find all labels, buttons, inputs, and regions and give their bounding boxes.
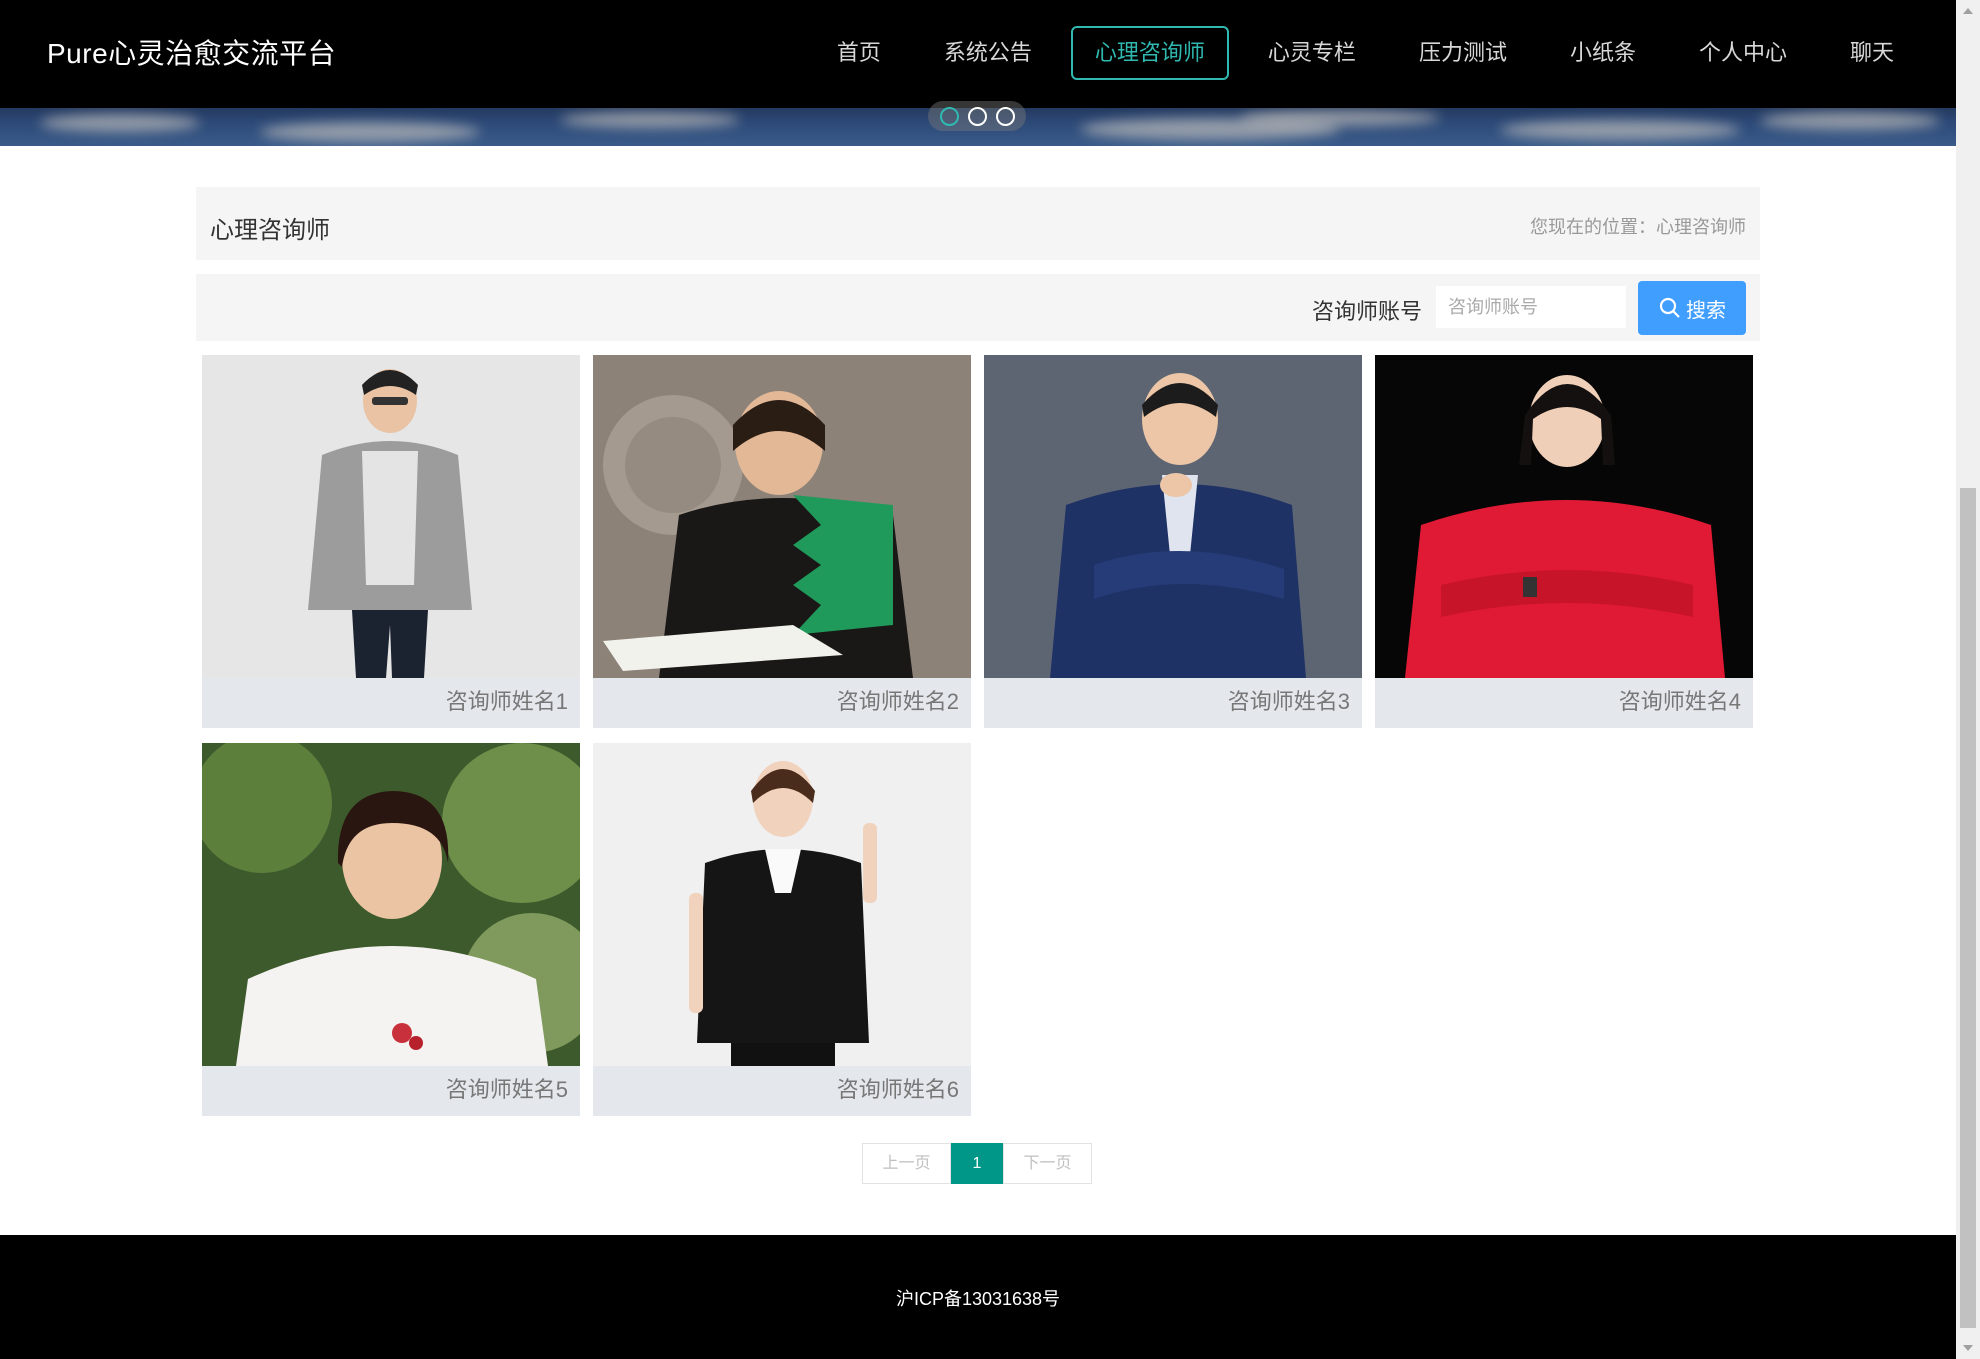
icp-record[interactable]: 沪ICP备13031638号 [0,1285,1956,1311]
counselor-card[interactable]: 咨询师姓名1 [202,355,580,728]
counselor-photo[interactable] [593,355,971,678]
counselor-name: 咨询师姓名5 [445,1077,568,1102]
counselor-photo[interactable] [593,743,971,1066]
carousel-indicators [928,101,1026,131]
main-nav: 首页 系统公告 心理咨询师 心灵专栏 压力测试 小纸条 个人中心 聊天 [798,26,1918,80]
counselor-name: 咨询师姓名2 [836,689,959,714]
pagination: 上一页 1 下一页 [862,1143,1092,1184]
page: Pure心灵治愈交流平台 首页 系统公告 心理咨询师 心灵专栏 压力测试 小纸条… [0,0,1956,1359]
counselor-card[interactable]: 咨询师姓名4 [1375,355,1753,728]
search-button[interactable]: 搜索 [1638,281,1746,335]
scroll-up-arrow-icon[interactable] [1956,0,1980,22]
nav-item-stress-test[interactable]: 压力测试 [1395,26,1531,80]
carousel-dot[interactable] [939,106,959,126]
carousel-dot[interactable] [995,106,1015,126]
nav-item-personal-center[interactable]: 个人中心 [1675,26,1811,80]
counselor-name: 咨询师姓名1 [445,689,568,714]
counselor-name: 咨询师姓名4 [1618,689,1741,714]
counselor-photo[interactable] [1375,355,1753,678]
nav-item-home[interactable]: 首页 [813,26,905,80]
section-title-bar: 心理咨询师 您现在的位置：心理咨询师 [196,187,1760,260]
footer: 沪ICP备13031638号 [0,1235,1956,1359]
nav-item-announcements[interactable]: 系统公告 [920,26,1056,80]
current-page-button[interactable]: 1 [951,1143,1003,1184]
counselor-card[interactable]: 咨询师姓名5 [202,743,580,1116]
page-scrollbar[interactable] [1956,0,1980,1359]
scroll-down-arrow-icon[interactable] [1956,1337,1980,1359]
top-navbar: Pure心灵治愈交流平台 首页 系统公告 心理咨询师 心灵专栏 压力测试 小纸条… [0,0,1956,108]
counselor-card[interactable]: 咨询师姓名2 [593,355,971,728]
nav-item-notes[interactable]: 小纸条 [1546,26,1660,80]
counselor-photo[interactable] [984,355,1362,678]
nav-item-counselors[interactable]: 心理咨询师 [1070,26,1229,80]
scrollbar-thumb[interactable] [1960,488,1976,1328]
next-page-button[interactable]: 下一页 [1003,1143,1092,1184]
breadcrumb: 您现在的位置：心理咨询师 [1530,217,1746,237]
counselor-card[interactable]: 咨询师姓名3 [984,355,1362,728]
search-bar: 咨询师账号 搜索 [196,274,1760,341]
carousel-dot[interactable] [967,106,987,126]
page-title: 心理咨询师 [210,217,330,244]
counselor-photo[interactable] [202,355,580,678]
site-brand[interactable]: Pure心灵治愈交流平台 [47,32,336,72]
prev-page-button[interactable]: 上一页 [862,1143,951,1184]
nav-item-chat[interactable]: 聊天 [1826,26,1918,80]
counselor-name: 咨询师姓名6 [836,1077,959,1102]
counselor-photo[interactable] [202,743,580,1066]
counselor-account-input[interactable] [1436,286,1626,328]
counselor-name: 咨询师姓名3 [1227,689,1350,714]
search-label: 咨询师账号 [1311,299,1422,324]
search-button-label: 搜索 [1686,299,1726,322]
search-icon [1659,297,1680,318]
counselor-card[interactable]: 咨询师姓名6 [593,743,971,1116]
nav-item-column[interactable]: 心灵专栏 [1244,26,1380,80]
